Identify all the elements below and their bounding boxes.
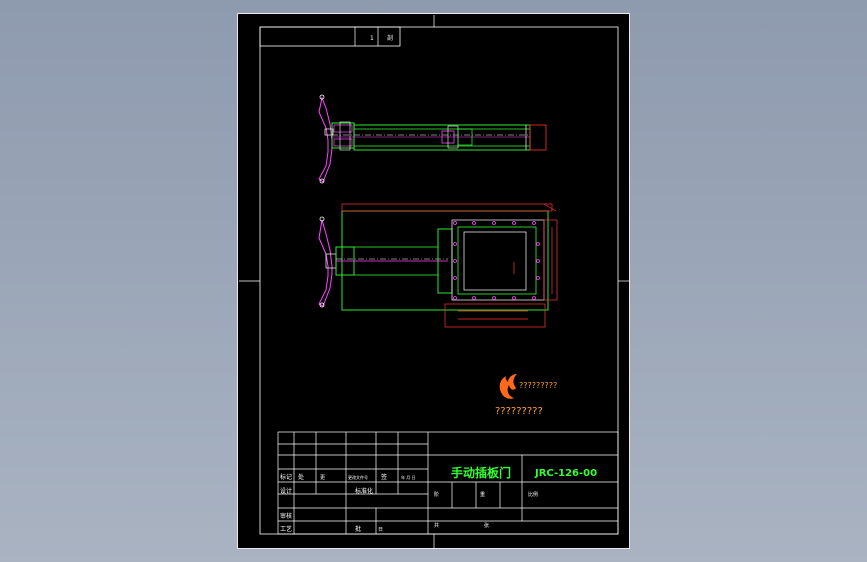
- label-change-doc: 更改文件号: [348, 474, 368, 480]
- label-date: 年 月 日: [401, 474, 416, 480]
- label-sheet-num: 张: [484, 522, 489, 529]
- inner-frame: [259, 26, 619, 535]
- label-approve: 批: [355, 525, 361, 533]
- product-name: 手动插板门: [451, 465, 511, 480]
- flame-logo-icon: [499, 374, 517, 399]
- title-block: [277, 431, 619, 535]
- label-sign: 签: [381, 473, 387, 481]
- watermark: ????????? ?????????: [495, 374, 557, 417]
- label-process: 工艺: [280, 525, 292, 533]
- label-review: 审核: [280, 512, 292, 520]
- label-weight: 重: [480, 491, 485, 498]
- label-sheet-total: 共: [434, 522, 439, 529]
- cad-drawing: 1 剖 ????????? ????????? 手动插板门 JRC-126-00…: [239, 15, 630, 549]
- watermark-line2: ?????????: [495, 406, 543, 417]
- label-standardize: 标准化: [355, 487, 373, 495]
- label-design: 设计: [280, 487, 292, 495]
- plan-view: [318, 203, 558, 328]
- label-mark: 标记: [280, 473, 292, 481]
- top-block-label: 剖: [387, 34, 393, 42]
- label-stage: 阶: [434, 491, 439, 498]
- title-block-text: 手动插板门 JRC-126-00 标记 处 更 更改文件号 签 年 月 日 设计…: [280, 465, 597, 533]
- label-scale: 比例: [528, 491, 538, 498]
- top-code-block: 1 剖: [259, 26, 401, 47]
- label-date2: 日: [378, 527, 383, 533]
- drawing-sheet: 1 剖 ????????? ????????? 手动插板门 JRC-126-00…: [237, 13, 630, 549]
- label-zone: 更: [320, 475, 325, 481]
- label-count: 处: [298, 473, 304, 481]
- watermark-line1: ?????????: [519, 381, 557, 390]
- top-block-num: 1: [370, 35, 374, 42]
- side-view: [318, 94, 547, 184]
- drawing-number: JRC-126-00: [534, 468, 597, 479]
